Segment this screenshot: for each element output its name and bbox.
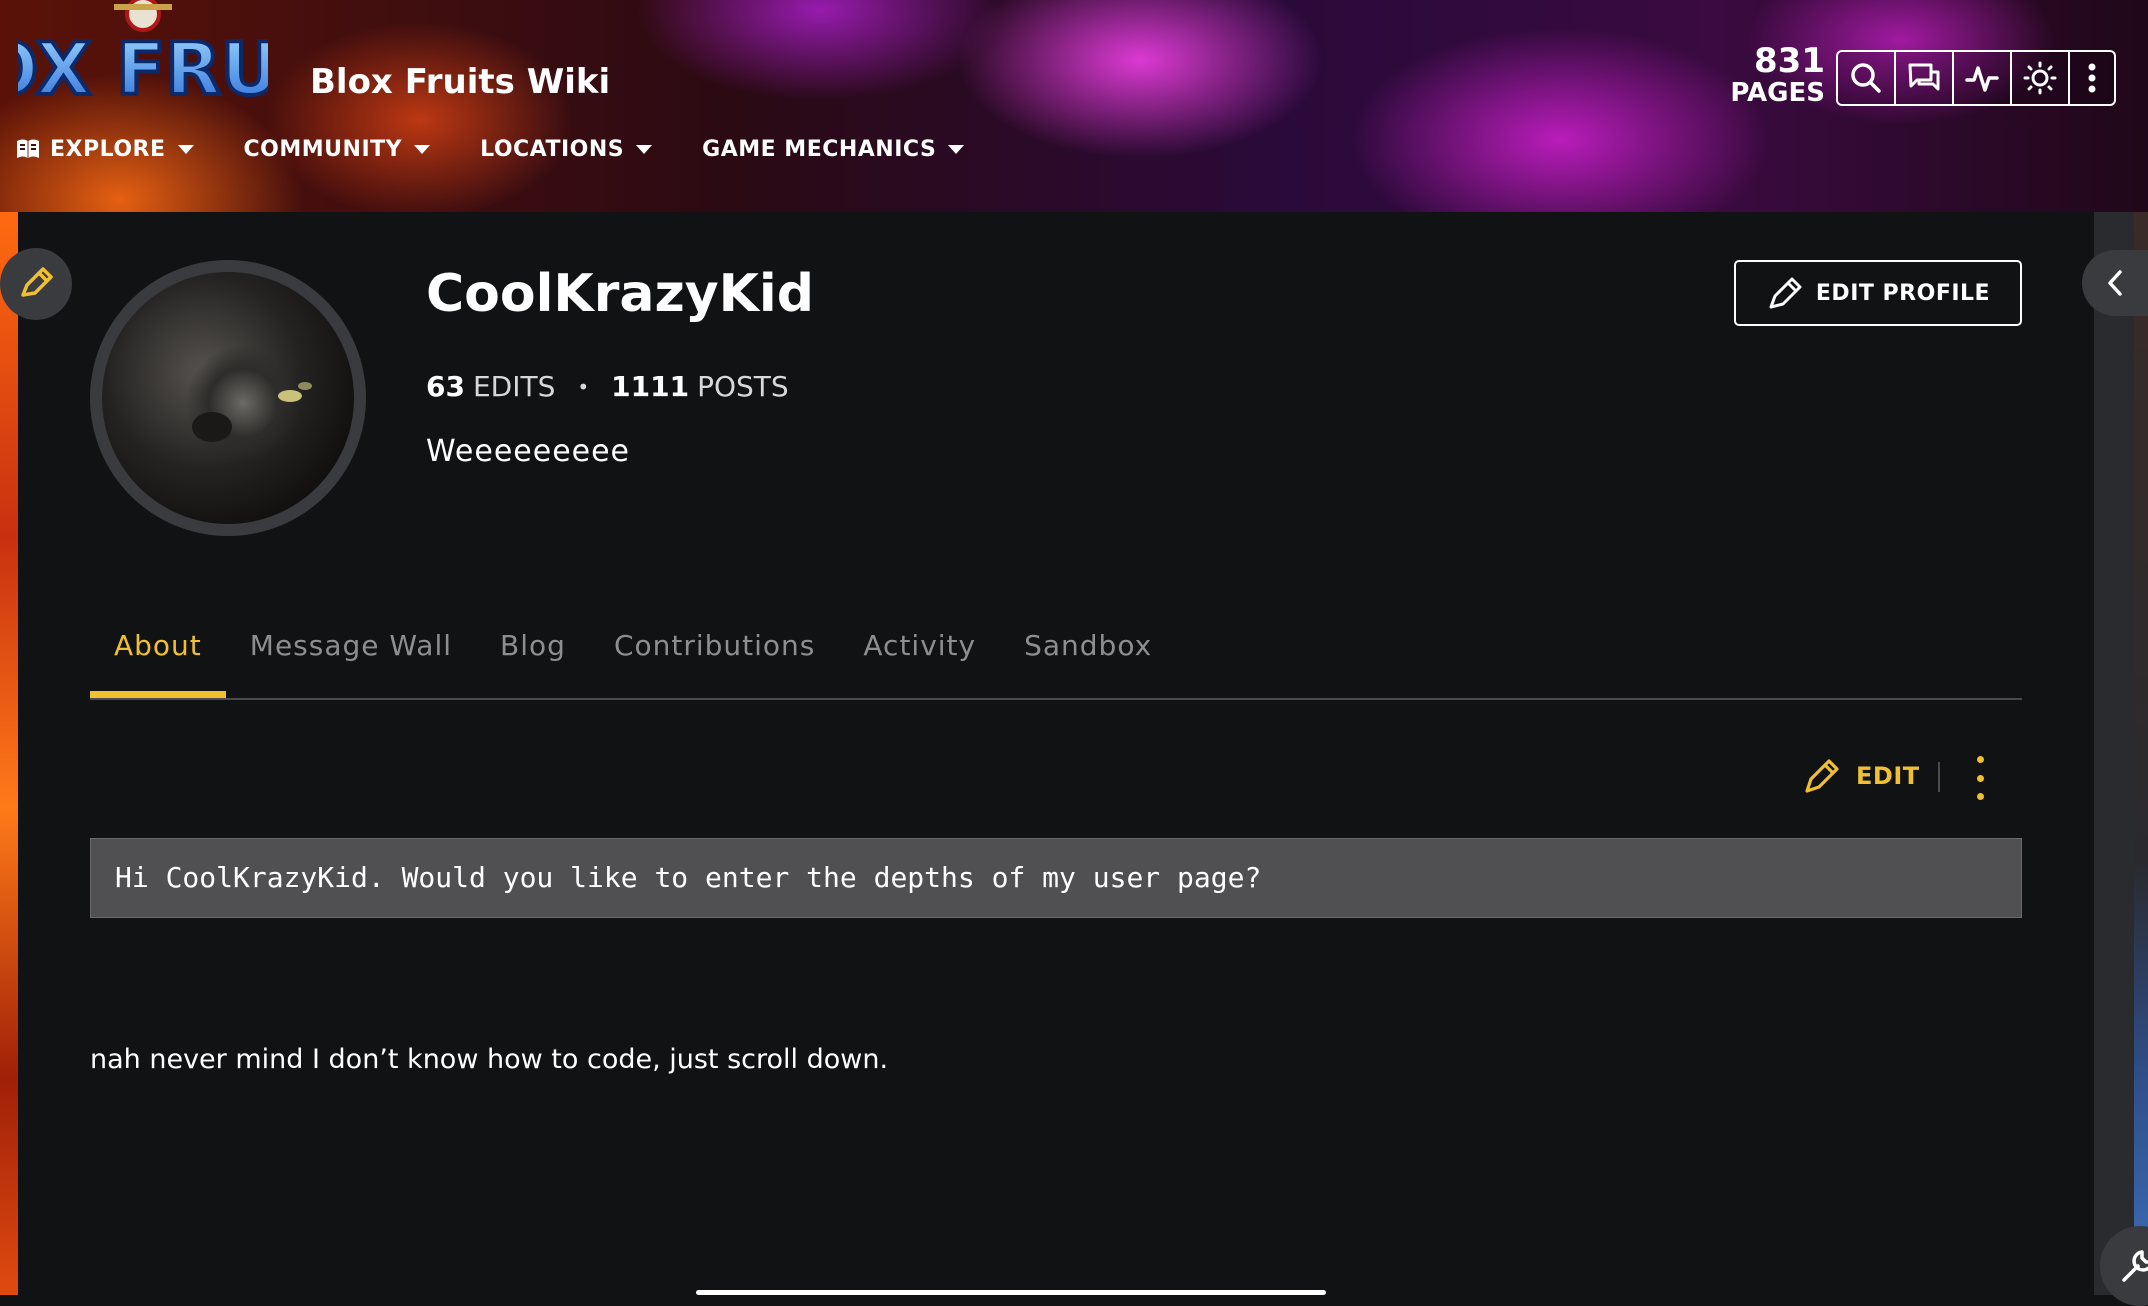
nav-community[interactable]: COMMUNITY: [244, 134, 431, 164]
more-dot: [1976, 793, 1984, 800]
header-tools: [1836, 50, 2116, 106]
edits-label[interactable]: EDITS: [473, 370, 555, 403]
more-dot: [1976, 774, 1984, 782]
theme-toggle-icon: [2023, 61, 2057, 95]
more-options-icon: [2088, 63, 2096, 93]
tab-about[interactable]: About: [90, 628, 226, 698]
avatar-detail: [192, 412, 232, 442]
body-paragraph: nah never mind I don’t know how to code,…: [90, 1044, 889, 1075]
avatar[interactable]: [102, 272, 354, 524]
edit-profile-button[interactable]: EDIT PROFILE: [1734, 260, 2022, 326]
profile-bio: Weeeeeeeee: [426, 434, 631, 469]
nav-game-mechanics[interactable]: GAME MECHANICS: [702, 134, 965, 164]
wiki-logo[interactable]: BLOX FRUITS: [18, 0, 268, 106]
right-rail: [2094, 212, 2134, 1295]
profile-tabs: About Message Wall Blog Contributions Ac…: [90, 628, 2022, 700]
community-header-banner: [0, 0, 2148, 212]
chevron-down-icon: [177, 144, 194, 154]
search-button[interactable]: [1836, 50, 1896, 106]
tab-blog[interactable]: Blog: [476, 628, 590, 698]
background-right: [2134, 212, 2148, 1295]
edit-profile-label: EDIT PROFILE: [1815, 280, 1991, 306]
pencil-icon: [1769, 277, 1802, 309]
pages-counter[interactable]: 831 PAGES: [1730, 44, 1825, 106]
chevron-down-icon: [636, 144, 653, 154]
nav-locations[interactable]: LOCATIONS: [480, 134, 653, 164]
wrench-icon: [2122, 1250, 2148, 1282]
nav-game-mechanics-label: GAME MECHANICS: [702, 136, 937, 162]
stats-separator: •: [577, 374, 590, 399]
profile-stats: 63 EDITS • 1111 POSTS: [426, 370, 789, 403]
more-options-button[interactable]: [2068, 50, 2116, 106]
activity-button[interactable]: [1952, 50, 2012, 106]
tab-message-wall[interactable]: Message Wall: [226, 628, 476, 698]
edit-label: EDIT: [1856, 762, 1920, 790]
wiki-title[interactable]: Blox Fruits Wiki: [310, 62, 610, 102]
nav-explore-label: EXPLORE: [50, 136, 166, 162]
chevron-down-icon: [948, 144, 965, 154]
pages-count-number: 831: [1754, 41, 1825, 81]
edit-page-button[interactable]: EDIT: [1802, 756, 1920, 796]
avatar-detail: [278, 390, 302, 402]
discussions-button[interactable]: [1894, 50, 1954, 106]
background-left: [0, 212, 18, 1295]
divider: [1938, 762, 1940, 792]
bottom-scroll-indicator: [696, 1290, 1326, 1295]
tab-sandbox[interactable]: Sandbox: [1000, 628, 1176, 698]
pencil-icon: [21, 267, 53, 297]
profile-username: CoolKrazyKid: [426, 264, 814, 324]
chevron-down-icon: [414, 144, 431, 154]
posts-label[interactable]: POSTS: [697, 370, 789, 403]
tab-contributions[interactable]: Contributions: [590, 628, 839, 698]
more-dot: [1976, 756, 1984, 763]
collapse-rail-button[interactable]: [2082, 250, 2148, 316]
chevron-left-icon: [2108, 270, 2122, 296]
wiki-navigation: EXPLORE COMMUNITY LOCATIONS GAME MECHANI…: [16, 134, 1014, 164]
pages-count-label: PAGES: [1730, 78, 1825, 108]
nav-explore[interactable]: EXPLORE: [16, 134, 194, 164]
pencil-icon: [1805, 759, 1839, 793]
nav-locations-label: LOCATIONS: [480, 136, 625, 162]
nav-community-label: COMMUNITY: [243, 136, 403, 162]
tab-activity[interactable]: Activity: [839, 628, 1000, 698]
activity-icon: [1965, 66, 1999, 92]
discussions-icon: [1908, 63, 1940, 91]
book-icon: [17, 139, 39, 158]
posts-count[interactable]: 1111: [611, 370, 689, 403]
theme-toggle-button[interactable]: [2010, 50, 2070, 106]
floating-edit-button[interactable]: [0, 248, 72, 320]
preformatted-greeting: Hi CoolKrazyKid. Would you like to enter…: [90, 838, 2022, 918]
avatar-detail: [298, 382, 312, 390]
search-icon: [1851, 63, 1881, 93]
edits-count[interactable]: 63: [426, 370, 465, 403]
page-more-options-button[interactable]: [1970, 756, 1990, 800]
logo-wordmark: BLOX FRUITS: [18, 27, 268, 106]
